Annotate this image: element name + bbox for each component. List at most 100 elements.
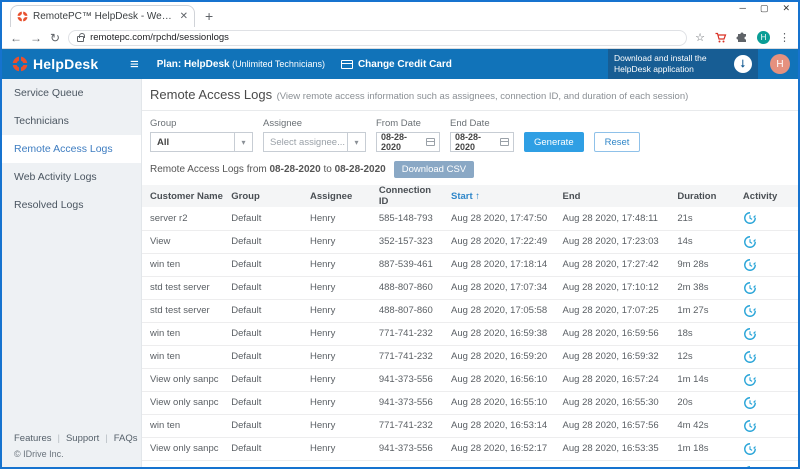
back-icon[interactable]: ← xyxy=(10,32,22,44)
cell-duration: 1m 3s xyxy=(673,460,739,467)
download-icon[interactable]: ⭣ xyxy=(734,55,752,73)
browser-tab[interactable]: RemotePC™ HelpDesk - Web Act ✕ xyxy=(10,5,195,27)
cell-connection-id: 352-157-323 xyxy=(375,230,447,253)
sidebar-item-resolved-logs[interactable]: Resolved Logs xyxy=(2,191,141,219)
refresh-icon[interactable]: ↻ xyxy=(50,32,60,44)
change-credit-card-button[interactable]: Change Credit Card xyxy=(341,59,452,70)
hamburger-menu-icon[interactable]: ≡ xyxy=(124,56,145,73)
cell-customer-name: win ten xyxy=(142,322,227,345)
cell-duration: 9m 28s xyxy=(673,253,739,276)
cell-duration: 4m 42s xyxy=(673,414,739,437)
activity-history-icon[interactable] xyxy=(743,396,757,410)
cell-end: Aug 28 2020, 16:57:56 xyxy=(559,414,674,437)
cell-customer-name: std test server xyxy=(142,276,227,299)
group-select[interactable]: All ▾ xyxy=(150,132,253,152)
sidebar-item-remote-access-logs[interactable]: Remote Access Logs xyxy=(2,135,141,163)
sidebar-item-service-queue[interactable]: Service Queue xyxy=(2,79,141,107)
table-row: View only sanpc Default Henry 941-373-55… xyxy=(142,460,798,467)
footer-link-faqs[interactable]: FAQs xyxy=(114,433,138,444)
bookmark-star-icon[interactable]: ☆ xyxy=(695,31,705,44)
browser-menu-icon[interactable]: ⋮ xyxy=(779,31,790,44)
column-header-connection-id[interactable]: Connection ID xyxy=(375,185,447,207)
cell-connection-id: 941-373-556 xyxy=(375,437,447,460)
footer-link-support[interactable]: Support xyxy=(66,433,99,444)
cell-duration: 1m 18s xyxy=(673,437,739,460)
cell-group: Default xyxy=(227,460,306,467)
activity-history-icon[interactable] xyxy=(743,258,757,272)
column-header-duration[interactable]: Duration xyxy=(673,185,739,207)
window-minimize-icon[interactable]: ─ xyxy=(740,3,746,14)
cell-activity xyxy=(739,437,798,460)
cell-activity xyxy=(739,276,798,299)
cell-customer-name: win ten xyxy=(142,345,227,368)
cell-start: Aug 28 2020, 16:51:02 xyxy=(447,460,559,467)
cell-customer-name: View only sanpc xyxy=(142,368,227,391)
helpdesk-logo[interactable]: HelpDesk xyxy=(2,56,124,72)
url-text[interactable]: remotepc.com/rpchd/sessionlogs xyxy=(90,32,229,43)
summary-text: Remote Access Logs from 08-28-2020 to 08… xyxy=(150,164,386,175)
cell-connection-id: 488-807-860 xyxy=(375,276,447,299)
divider: | xyxy=(105,433,107,444)
column-header-assignee[interactable]: Assignee xyxy=(306,185,375,207)
account-avatar[interactable]: H xyxy=(770,54,790,74)
window-maximize-icon[interactable]: ▢ xyxy=(760,3,769,14)
extensions-puzzle-icon[interactable] xyxy=(736,32,748,44)
table-row: View only sanpc Default Henry 941-373-55… xyxy=(142,368,798,391)
helpdesk-favicon xyxy=(17,11,28,22)
activity-history-icon[interactable] xyxy=(743,373,757,387)
lock-icon xyxy=(77,36,84,42)
activity-history-icon[interactable] xyxy=(743,465,757,468)
reset-button[interactable]: Reset xyxy=(594,132,641,152)
cell-duration: 20s xyxy=(673,391,739,414)
url-box[interactable]: remotepc.com/rpchd/sessionlogs xyxy=(68,30,687,46)
page-subtitle: (View remote access information such as … xyxy=(277,91,689,102)
tab-title: RemotePC™ HelpDesk - Web Act xyxy=(33,11,175,22)
download-app-banner[interactable]: Download and install the HelpDesk applic… xyxy=(608,49,758,79)
cell-assignee: Henry xyxy=(306,437,375,460)
window-close-icon[interactable]: ✕ xyxy=(782,3,790,14)
tab-close-icon[interactable]: ✕ xyxy=(180,11,188,22)
column-header-start[interactable]: Start ↑ xyxy=(447,185,559,207)
activity-history-icon[interactable] xyxy=(743,211,757,225)
footer-link-features[interactable]: Features xyxy=(14,433,52,444)
cell-start: Aug 28 2020, 17:47:50 xyxy=(447,207,559,230)
cart-extension-icon[interactable] xyxy=(714,32,727,44)
sidebar-item-web-activity-logs[interactable]: Web Activity Logs xyxy=(2,163,141,191)
from-date-input[interactable]: 08-28-2020 xyxy=(376,132,440,152)
table-row: View only sanpc Default Henry 941-373-55… xyxy=(142,437,798,460)
activity-history-icon[interactable] xyxy=(743,327,757,341)
download-banner-text: Download and install the HelpDesk applic… xyxy=(614,53,728,74)
activity-history-icon[interactable] xyxy=(743,419,757,433)
end-date-input[interactable]: 08-28-2020 xyxy=(450,132,514,152)
cell-duration: 18s xyxy=(673,322,739,345)
cell-connection-id: 771-741-232 xyxy=(375,345,447,368)
column-header-customer-name[interactable]: Customer Name xyxy=(142,185,227,207)
lifebuoy-icon xyxy=(12,56,28,72)
column-header-end[interactable]: End xyxy=(559,185,674,207)
browser-profile-avatar[interactable]: H xyxy=(757,31,770,44)
download-csv-button[interactable]: Download CSV xyxy=(394,161,474,178)
forward-icon[interactable]: → xyxy=(30,32,42,44)
activity-history-icon[interactable] xyxy=(743,304,757,318)
sidebar-item-technicians[interactable]: Technicians xyxy=(2,107,141,135)
cell-end: Aug 28 2020, 17:10:12 xyxy=(559,276,674,299)
activity-history-icon[interactable] xyxy=(743,350,757,364)
browser-window: RemotePC™ HelpDesk - Web Act ✕ + ─ ▢ ✕ ←… xyxy=(0,0,800,469)
table-row: win ten Default Henry 887-539-461 Aug 28… xyxy=(142,253,798,276)
activity-history-icon[interactable] xyxy=(743,442,757,456)
column-header-group[interactable]: Group xyxy=(227,185,306,207)
divider: | xyxy=(58,433,60,444)
cell-assignee: Henry xyxy=(306,368,375,391)
cell-assignee: Henry xyxy=(306,414,375,437)
table-row: std test server Default Henry 488-807-86… xyxy=(142,276,798,299)
chevron-down-icon: ▾ xyxy=(347,133,365,151)
column-header-activity[interactable]: Activity xyxy=(739,185,798,207)
activity-history-icon[interactable] xyxy=(743,281,757,295)
activity-history-icon[interactable] xyxy=(743,235,757,249)
cell-assignee: Henry xyxy=(306,460,375,467)
generate-button[interactable]: Generate xyxy=(524,132,584,152)
new-tab-button[interactable]: + xyxy=(205,5,213,27)
cell-customer-name: win ten xyxy=(142,414,227,437)
assignee-select[interactable]: Select assignee... ▾ xyxy=(263,132,366,152)
cell-end: Aug 28 2020, 16:53:35 xyxy=(559,437,674,460)
